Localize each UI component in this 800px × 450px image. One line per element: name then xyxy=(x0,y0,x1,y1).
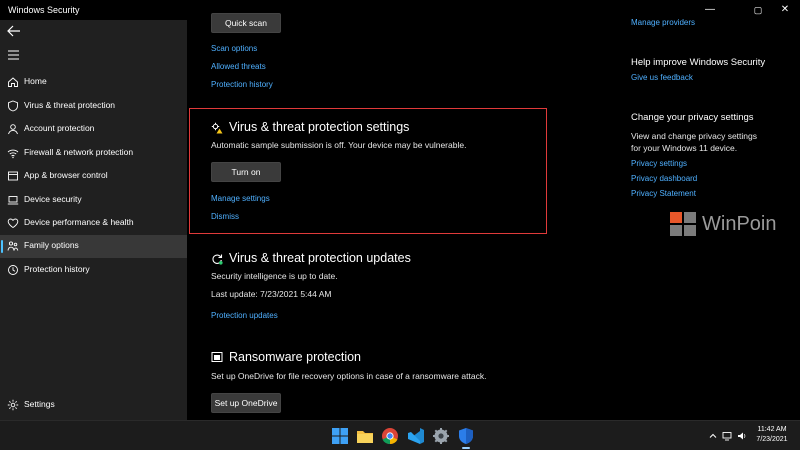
home-icon xyxy=(8,77,18,87)
windows-security-icon[interactable] xyxy=(457,427,475,445)
vscode-icon[interactable] xyxy=(407,427,425,445)
clock-date: 7/23/2021 xyxy=(756,436,788,443)
refresh-icon xyxy=(212,254,223,265)
protection-updates-link[interactable]: Protection updates xyxy=(211,311,278,320)
sidebar-item-label: Account protection xyxy=(24,123,95,133)
privacy-dashboard-link[interactable]: Privacy dashboard xyxy=(631,174,697,183)
back-arrow-icon[interactable] xyxy=(6,24,22,38)
set-up-onedrive-button[interactable]: Set up OneDrive xyxy=(211,393,281,413)
sidebar-item-label: Home xyxy=(24,76,47,86)
volume-icon[interactable] xyxy=(737,431,747,441)
network-icon[interactable] xyxy=(722,431,732,441)
sidebar-item-firewall[interactable]: Firewall & network protection xyxy=(0,142,187,165)
sidebar-item-label: Virus & threat protection xyxy=(24,100,116,110)
file-explorer-icon[interactable] xyxy=(356,427,374,445)
windows-start-icon[interactable] xyxy=(331,427,349,445)
hamburger-menu-icon[interactable] xyxy=(6,49,22,61)
sidebar-item-label: Settings xyxy=(24,399,55,409)
selection-indicator xyxy=(1,240,3,253)
taskbar-clock[interactable]: 11:42 AM 7/23/2021 xyxy=(752,425,792,445)
sidebar-item-label: Protection history xyxy=(24,264,90,274)
title-bar: Windows Security — ▢ ✕ xyxy=(0,0,800,20)
privacy-settings-link[interactable]: Privacy settings xyxy=(631,159,687,168)
settings-gear-icon[interactable] xyxy=(432,427,450,445)
chevron-up-icon[interactable] xyxy=(708,431,718,441)
ransomware-section-title: Ransomware protection xyxy=(229,350,362,364)
shield-icon xyxy=(8,100,18,112)
close-button[interactable]: ✕ xyxy=(770,0,800,20)
privacy-description-line2: for your Windows 11 device. xyxy=(631,143,738,153)
active-app-indicator xyxy=(462,447,470,449)
sidebar-item-account[interactable]: Account protection xyxy=(0,118,187,141)
heart-icon xyxy=(7,218,19,229)
chrome-icon[interactable] xyxy=(381,427,399,445)
sidebar-item-home[interactable]: Home xyxy=(0,71,187,94)
sidebar-item-device-security[interactable]: Device security xyxy=(0,189,187,212)
sidebar-item-label: Device performance & health xyxy=(24,217,134,227)
help-improve-title: Help improve Windows Security xyxy=(631,57,766,68)
minimize-button[interactable]: — xyxy=(692,0,728,20)
highlight-box xyxy=(189,108,547,234)
family-icon xyxy=(7,241,19,251)
sidebar-item-label: Firewall & network protection xyxy=(24,147,134,157)
quick-scan-button[interactable]: Quick scan xyxy=(211,13,281,33)
sidebar-item-label: App & browser control xyxy=(24,170,108,180)
privacy-statement-link[interactable]: Privacy Statement xyxy=(631,189,696,198)
updates-status: Security intelligence is up to date. xyxy=(211,271,338,281)
winpoin-watermark: WinPoin xyxy=(668,208,800,242)
privacy-description-line1: View and change privacy settings xyxy=(631,131,758,141)
laptop-icon xyxy=(7,196,19,205)
clock-time: 11:42 AM xyxy=(757,426,787,433)
sidebar-item-performance[interactable]: Device performance & health xyxy=(0,212,187,235)
taskbar: 11:42 AM 7/23/2021 xyxy=(0,420,800,450)
give-feedback-link[interactable]: Give us feedback xyxy=(631,73,693,82)
sidebar: Home Virus & threat protection Account p… xyxy=(0,20,187,420)
sidebar-item-label: Family options xyxy=(24,240,79,250)
wifi-icon xyxy=(7,149,19,159)
sidebar-item-app-browser[interactable]: App & browser control xyxy=(0,165,187,188)
history-icon xyxy=(8,265,18,275)
privacy-title: Change your privacy settings xyxy=(631,112,754,123)
sidebar-item-virus-threat[interactable]: Virus & threat protection xyxy=(0,95,187,118)
last-update-text: Last update: 7/23/2021 5:44 AM xyxy=(211,289,332,299)
sidebar-item-settings[interactable]: Settings xyxy=(0,394,187,417)
gear-icon xyxy=(7,399,19,411)
sidebar-item-family[interactable]: Family options xyxy=(0,235,187,258)
ransomware-description: Set up OneDrive for file recovery option… xyxy=(211,371,487,381)
updates-section-title: Virus & threat protection updates xyxy=(229,251,411,265)
allowed-threats-link[interactable]: Allowed threats xyxy=(211,62,266,71)
winpoin-text: WinPoin xyxy=(702,213,777,235)
window-title: Windows Security xyxy=(8,5,80,15)
sidebar-item-history[interactable]: Protection history xyxy=(0,259,187,282)
person-icon xyxy=(8,124,18,135)
winpoin-logo-icon xyxy=(670,212,696,236)
sidebar-item-label: Device security xyxy=(24,194,82,204)
protection-history-link[interactable]: Protection history xyxy=(211,80,273,89)
manage-providers-link[interactable]: Manage providers xyxy=(631,18,695,27)
app-window-icon xyxy=(8,171,18,181)
scan-options-link[interactable]: Scan options xyxy=(211,44,257,53)
ransomware-folder-icon xyxy=(211,352,223,362)
